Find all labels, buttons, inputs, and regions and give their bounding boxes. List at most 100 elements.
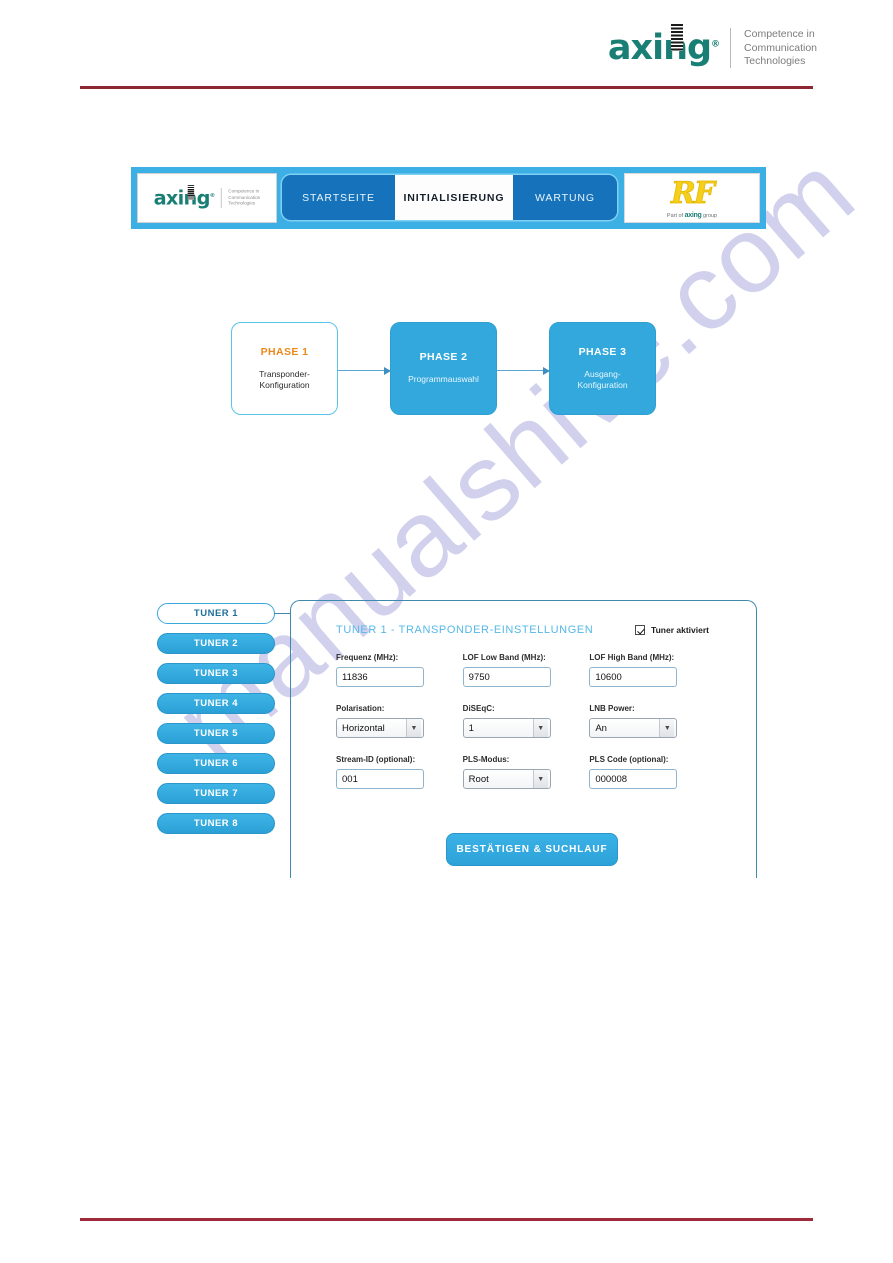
rf-sub-post: group (701, 213, 718, 219)
phase-box-3[interactable]: PHASE 3 Ausgang- Konfiguration (549, 322, 656, 415)
tuner-list-item-4[interactable]: TUNER 4 (157, 693, 275, 714)
field-pls-modus: PLS-Modus: Root ▼ (462, 755, 590, 789)
navbar-brand-text: axing (153, 186, 211, 209)
phase-2-subtitle: Programmauswahl (408, 374, 479, 386)
tuner-list-item-8[interactable]: TUNER 8 (157, 813, 275, 834)
field-polarisation-value: Horizontal (342, 722, 385, 734)
navbar-tagline-line-1: Competence in (228, 188, 260, 195)
phase-arrow-1-to-2 (338, 366, 391, 375)
field-frequenz-label: Frequenz (MHz): (336, 653, 399, 662)
axing-logo: axing® Competence in Communication Techn… (607, 23, 817, 69)
phase-box-1[interactable]: PHASE 1 Transponder- Konfiguration (231, 322, 338, 415)
phase-1-title: PHASE 1 (260, 345, 309, 358)
tuner-enabled-checkbox[interactable]: Tuner aktiviert (635, 625, 709, 635)
chevron-down-icon[interactable]: ▼ (659, 719, 675, 737)
phase-3-title: PHASE 3 (578, 345, 627, 358)
navbar-axing-logo-box: axing® Competence in Communication Techn… (137, 173, 277, 223)
tuner-panel-title: TUNER 1 - TRANSPONDER-EINSTELLUNGEN (336, 624, 594, 636)
navbar-logo-divider (220, 187, 222, 209)
field-lof-high-input[interactable]: 10600 (589, 667, 678, 687)
web-interface-navbar: axing® Competence in Communication Techn… (131, 167, 766, 229)
phase-1-subtitle-line-2: Konfiguration (259, 380, 310, 390)
footer-horizontal-rule (80, 1218, 813, 1221)
phase-2-title: PHASE 2 (419, 351, 468, 364)
phase-3-subtitle-line-1: Ausgang- (584, 368, 621, 379)
field-stream-id-label: Stream-ID (optional): (336, 755, 416, 764)
tab-startseite[interactable]: STARTSEITE (282, 175, 395, 220)
axing-bars-icon (670, 23, 683, 51)
tuner-selector-list: TUNER 1 TUNER 2 TUNER 3 TUNER 4 TUNER 5 … (157, 603, 277, 843)
tab-initialisierung[interactable]: INITIALISIERUNG (395, 175, 513, 220)
field-lof-low-label: LOF Low Band (MHz): (462, 653, 546, 662)
tuner-tab-connector (274, 613, 291, 615)
field-diseqc-value: 1 (468, 722, 474, 734)
field-pls-modus-select[interactable]: Root ▼ (462, 769, 551, 789)
field-diseqc: DiSEqC: 1 ▼ (462, 704, 590, 738)
navbar-tab-group: STARTSEITE INITIALISIERUNG WARTUNG (282, 175, 617, 220)
field-polarisation-label: Polarisation: (336, 704, 385, 713)
rf-sub-brand: axing (684, 212, 702, 219)
navbar-registered-mark-icon: ® (209, 192, 216, 199)
navbar-axing-tagline: Competence in Communication Technologies (228, 189, 260, 207)
field-lnb-power-label: LNB Power: (589, 704, 635, 713)
tuner-list-item-7[interactable]: TUNER 7 (157, 783, 275, 804)
tuner-enabled-label: Tuner aktiviert (651, 625, 709, 635)
tab-wartung[interactable]: WARTUNG (513, 175, 617, 220)
navbar-axing-bars-icon (187, 184, 195, 200)
form-row-1: Frequenz (MHz): 11836 LOF Low Band (MHz)… (336, 653, 716, 687)
checkbox-checked-icon[interactable] (635, 625, 646, 635)
field-pls-modus-value: Root (468, 773, 489, 785)
field-pls-code-label: PLS Code (optional): (589, 755, 669, 764)
phase-3-subtitle: Ausgang- Konfiguration (577, 369, 627, 392)
field-frequenz-input[interactable]: 11836 (336, 667, 424, 687)
rf-sub-pre: Part of (666, 213, 685, 219)
phase-2-subtitle-line-1: Programmauswahl (408, 374, 479, 385)
field-lof-high-label: LOF High Band (MHz): (589, 653, 675, 662)
tuner-settings-panel: TUNER 1 - TRANSPONDER-EINSTELLUNGEN Tune… (290, 600, 757, 878)
field-stream-id-input[interactable]: 001 (336, 769, 424, 789)
bestaetigen-suchlauf-button[interactable]: BESTÄTIGEN & SUCHLAUF (446, 833, 618, 866)
field-polarisation: Polarisation: Horizontal ▼ (336, 704, 463, 738)
form-row-2: Polarisation: Horizontal ▼ DiSEqC: 1 ▼ L… (336, 704, 716, 738)
navbar-rf-logo-box: RF Part of axing group (624, 173, 760, 223)
tuner-list-item-6[interactable]: TUNER 6 (157, 753, 275, 774)
phase-1-subtitle-line-1: Transponder- (259, 368, 310, 379)
field-lof-high: LOF High Band (MHz): 10600 (589, 653, 716, 687)
phase-flow-diagram: PHASE 1 Transponder- Konfiguration PHASE… (231, 322, 656, 415)
tagline-line-3: Technologies (744, 55, 806, 67)
logo-divider (730, 28, 732, 69)
field-frequenz: Frequenz (MHz): 11836 (336, 653, 463, 687)
tuner-list-item-3[interactable]: TUNER 3 (157, 663, 275, 684)
phase-3-subtitle-line-2: Konfiguration (577, 380, 628, 390)
rf-logo-subtitle: Part of axing group (667, 212, 717, 219)
tagline-line-2: Communication (744, 41, 817, 54)
tuner-configuration-screenshot: TUNER 1 TUNER 2 TUNER 3 TUNER 4 TUNER 5 … (157, 600, 757, 878)
field-pls-code-input[interactable]: 000008 (589, 769, 678, 789)
phase-1-subtitle: Transponder- Konfiguration (259, 369, 310, 392)
field-lnb-power-select[interactable]: An ▼ (589, 718, 678, 738)
transponder-settings-form: Frequenz (MHz): 11836 LOF Low Band (MHz)… (336, 653, 716, 806)
chevron-down-icon[interactable]: ▼ (406, 719, 421, 737)
axing-tagline: Competence in Communication Technologies (744, 28, 817, 69)
field-pls-code: PLS Code (optional): 000008 (589, 755, 716, 789)
tuner-list-item-1[interactable]: TUNER 1 (157, 603, 275, 624)
chevron-down-icon[interactable]: ▼ (532, 719, 548, 737)
field-polarisation-select[interactable]: Horizontal ▼ (336, 718, 424, 738)
field-pls-modus-label: PLS-Modus: (462, 755, 510, 764)
field-lnb-power-value: An (595, 722, 607, 734)
field-diseqc-label: DiSEqC: (462, 704, 495, 713)
navbar-tagline-line-3: Technologies (228, 201, 256, 207)
tuner-list-item-2[interactable]: TUNER 2 (157, 633, 275, 654)
tuner-list-item-5[interactable]: TUNER 5 (157, 723, 275, 744)
phase-box-2[interactable]: PHASE 2 Programmauswahl (390, 322, 497, 415)
field-diseqc-select[interactable]: 1 ▼ (462, 718, 551, 738)
navbar-axing-wordmark: axing® (153, 184, 216, 209)
registered-mark-icon: ® (711, 39, 720, 50)
field-lof-low-input[interactable]: 9750 (462, 667, 551, 687)
rf-logo-icon: RF (670, 176, 716, 211)
chevron-down-icon[interactable]: ▼ (532, 770, 548, 788)
navbar-axing-logo: axing® Competence in Communication Techn… (153, 184, 260, 209)
field-lnb-power: LNB Power: An ▼ (589, 704, 716, 738)
axing-brand-text: axing (607, 27, 712, 68)
page-header: axing® Competence in Communication Techn… (0, 0, 893, 100)
